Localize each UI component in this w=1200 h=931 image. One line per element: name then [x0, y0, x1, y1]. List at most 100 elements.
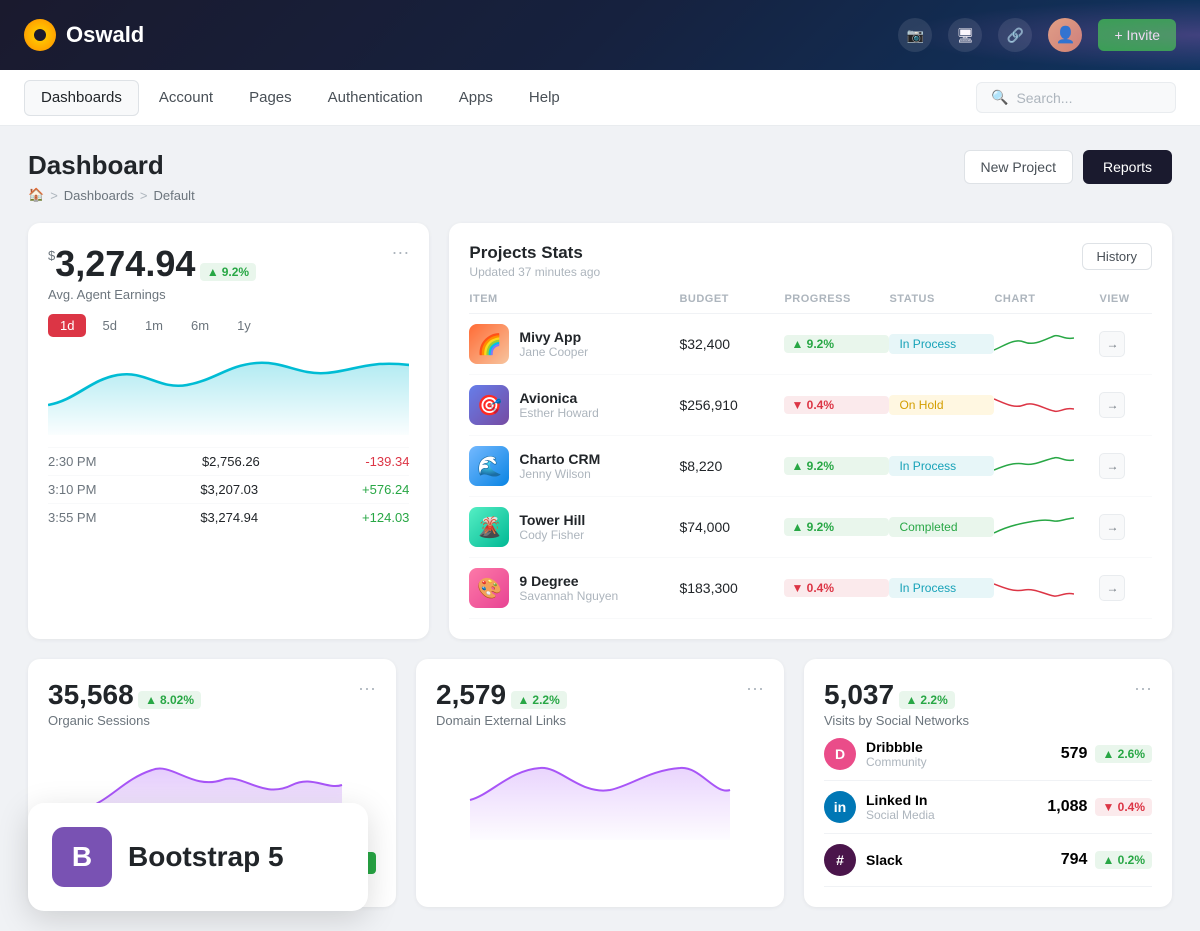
- external-card: 2,579 ▲ 2.2% Domain External Links ···: [416, 659, 784, 907]
- monitor-icon[interactable]: 🖥: [948, 18, 982, 52]
- tower-chart: [994, 513, 1074, 541]
- dribbble-icon: D: [824, 738, 856, 770]
- charto-view-btn[interactable]: →: [1099, 453, 1125, 479]
- project-row-avionica: 🎯 Avionica Esther Howard $256,910 ▼ 0.4%…: [469, 375, 1152, 436]
- new-project-button[interactable]: New Project: [964, 150, 1073, 184]
- time-1m[interactable]: 1m: [133, 314, 175, 337]
- time-5d[interactable]: 5d: [90, 314, 128, 337]
- logo-text: Oswald: [66, 22, 144, 48]
- card-menu-icon[interactable]: ···: [391, 243, 409, 261]
- organic-amount: 35,568: [48, 679, 134, 710]
- nav-authentication[interactable]: Authentication: [312, 80, 439, 116]
- dribbble-name: Dribbble: [866, 739, 927, 755]
- nav-account[interactable]: Account: [143, 80, 229, 116]
- page-header: Dashboard 🏠 > Dashboards > Default New P…: [28, 150, 1172, 203]
- invite-button[interactable]: + Invite: [1098, 19, 1176, 51]
- external-amount: 2,579: [436, 679, 506, 710]
- avatar[interactable]: 👤: [1048, 18, 1082, 52]
- mivy-view-btn[interactable]: →: [1099, 331, 1125, 357]
- 9degree-chart: [994, 574, 1074, 602]
- dribbble-type: Community: [866, 755, 927, 769]
- search-icon: 🔍: [991, 89, 1008, 106]
- mivy-thumb: 🌈: [469, 324, 509, 364]
- breadcrumb-default: Default: [153, 188, 194, 203]
- nav-pages[interactable]: Pages: [233, 80, 308, 116]
- social-item-linkedin: in Linked In Social Media 1,088 ▼ 0.4%: [824, 781, 1152, 834]
- col-view: VIEW: [1099, 293, 1152, 305]
- bootstrap-icon: B: [52, 827, 112, 887]
- status-tower: Completed: [889, 517, 994, 537]
- slack-value: 794: [1061, 851, 1088, 869]
- col-chart: CHART: [994, 293, 1099, 305]
- organic-menu[interactable]: ···: [358, 679, 376, 697]
- search-placeholder: Search...: [1016, 90, 1072, 106]
- social-item-dribbble: D Dribbble Community 579 ▲ 2.6%: [824, 728, 1152, 781]
- breadcrumb-dashboards[interactable]: Dashboards: [64, 188, 134, 203]
- nav-help[interactable]: Help: [513, 80, 576, 116]
- projects-card: Projects Stats Updated 37 minutes ago Hi…: [449, 223, 1172, 639]
- time-1d[interactable]: 1d: [48, 314, 86, 337]
- projects-title: Projects Stats: [469, 243, 600, 263]
- tower-view-btn[interactable]: →: [1099, 514, 1125, 540]
- organic-label: Organic Sessions: [48, 713, 201, 728]
- status-charto: In Process: [889, 456, 994, 476]
- projects-table: ITEM BUDGET PROGRESS STATUS CHART VIEW 🌈…: [469, 293, 1152, 619]
- status-avionica: On Hold: [889, 395, 994, 415]
- page-title-area: Dashboard 🏠 > Dashboards > Default: [28, 150, 195, 203]
- external-chart: [436, 740, 764, 840]
- time-1y[interactable]: 1y: [225, 314, 263, 337]
- 9degree-thumb: 🎨: [469, 568, 509, 608]
- organic-badge: ▲ 8.02%: [138, 691, 201, 709]
- earnings-badge: ▲ 9.2%: [200, 263, 256, 281]
- social-amount: 5,037: [824, 679, 894, 710]
- external-label: Domain External Links: [436, 713, 567, 728]
- avionica-view-btn[interactable]: →: [1099, 392, 1125, 418]
- status-9degree: In Process: [889, 578, 994, 598]
- linkedin-type: Social Media: [866, 808, 935, 822]
- social-menu[interactable]: ···: [1134, 679, 1152, 697]
- projects-subtitle: Updated 37 minutes ago: [469, 265, 600, 279]
- external-badge: ▲ 2.2%: [511, 691, 567, 709]
- status-mivy: In Process: [889, 334, 994, 354]
- reports-button[interactable]: Reports: [1083, 150, 1172, 184]
- earnings-chart: [48, 345, 409, 435]
- logo-area: Oswald: [24, 19, 144, 51]
- 9degree-view-btn[interactable]: →: [1099, 575, 1125, 601]
- breadcrumb: 🏠 > Dashboards > Default: [28, 187, 195, 203]
- project-row-mivy: 🌈 Mivy App Jane Cooper $32,400 ▲ 9.2% In…: [469, 314, 1152, 375]
- linkedin-icon: in: [824, 791, 856, 823]
- top-bar: Oswald 📷 🖥 🔗 👤 + Invite: [0, 0, 1200, 70]
- col-status: STATUS: [889, 293, 994, 305]
- nav-apps[interactable]: Apps: [443, 80, 509, 116]
- external-menu[interactable]: ···: [746, 679, 764, 697]
- share-icon[interactable]: 🔗: [998, 18, 1032, 52]
- avionica-chart: [994, 391, 1074, 419]
- earnings-label: Avg. Agent Earnings: [48, 287, 256, 302]
- col-item: ITEM: [469, 293, 679, 305]
- nav-dashboards[interactable]: Dashboards: [24, 80, 139, 116]
- linkedin-value: 1,088: [1047, 798, 1087, 816]
- main-content: Dashboard 🏠 > Dashboards > Default New P…: [0, 126, 1200, 931]
- nav-bar: Dashboards Account Pages Authentication …: [0, 70, 1200, 126]
- breadcrumb-home-icon: 🏠: [28, 187, 44, 203]
- time-6m[interactable]: 6m: [179, 314, 221, 337]
- top-bar-actions: 📷 🖥 🔗 👤 + Invite: [898, 18, 1176, 52]
- charto-thumb: 🌊: [469, 446, 509, 486]
- col-budget: BUDGET: [679, 293, 784, 305]
- col-progress: PROGRESS: [784, 293, 889, 305]
- dribbble-value: 579: [1061, 745, 1088, 763]
- earnings-card: $3,274.94 ▲ 9.2% Avg. Agent Earnings ···…: [28, 223, 429, 639]
- project-row-9degree: 🎨 9 Degree Savannah Nguyen $183,300 ▼ 0.…: [469, 558, 1152, 619]
- page-title: Dashboard: [28, 150, 195, 181]
- search-box[interactable]: 🔍 Search...: [976, 82, 1176, 113]
- camera-icon[interactable]: 📷: [898, 18, 932, 52]
- social-item-slack: # Slack 794 ▲ 0.2%: [824, 834, 1152, 887]
- linkedin-name: Linked In: [866, 792, 935, 808]
- social-label: Visits by Social Networks: [824, 713, 969, 728]
- stats-table: 2:30 PM $2,756.26 -139.34 3:10 PM $3,207…: [48, 447, 409, 531]
- history-button[interactable]: History: [1082, 243, 1152, 270]
- linkedin-badge: ▼ 0.4%: [1095, 798, 1152, 816]
- slack-name: Slack: [866, 852, 903, 868]
- dribbble-badge: ▲ 2.6%: [1095, 745, 1152, 763]
- bootstrap-text: Bootstrap 5: [128, 841, 284, 873]
